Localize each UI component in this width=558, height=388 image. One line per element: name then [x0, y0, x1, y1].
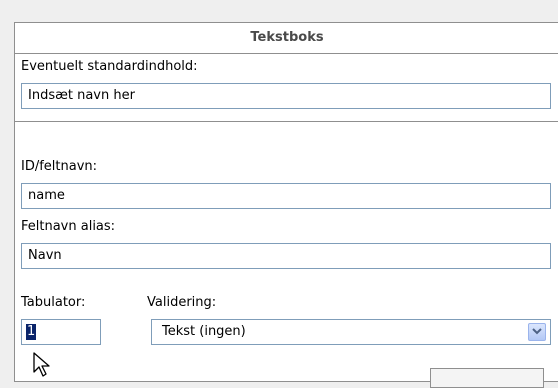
tab-index-input[interactable]: 1 — [21, 319, 101, 345]
id-field-input[interactable]: name — [21, 183, 551, 209]
default-content-value: Indsæt navn her — [28, 88, 135, 103]
tab-index-value: 1 — [26, 324, 37, 340]
dropdown-button[interactable] — [528, 323, 546, 341]
mouse-pointer-icon — [33, 352, 50, 377]
chevron-down-icon — [532, 328, 542, 335]
alias-field-label: Feltnavn alias: — [21, 219, 116, 234]
id-field-value: name — [28, 188, 65, 203]
panel-title: Tekstboks — [15, 23, 558, 54]
alias-field-input[interactable]: Navn — [21, 243, 551, 269]
default-content-input[interactable]: Indsæt navn her — [21, 83, 551, 109]
tab-index-label: Tabulator: — [21, 295, 86, 310]
validation-label: Validering: — [147, 295, 217, 310]
partial-button[interactable] — [430, 368, 544, 388]
alias-field-value: Navn — [28, 248, 62, 263]
validation-select[interactable]: Tekst (ingen) — [151, 319, 551, 345]
textbox-properties-panel: Tekstboks Eventuelt standardindhold: Ind… — [14, 22, 558, 382]
validation-value: Tekst (ingen) — [162, 324, 246, 339]
section-divider — [15, 121, 558, 122]
id-field-label: ID/feltnavn: — [21, 159, 98, 174]
default-content-label: Eventuelt standardindhold: — [21, 59, 198, 74]
